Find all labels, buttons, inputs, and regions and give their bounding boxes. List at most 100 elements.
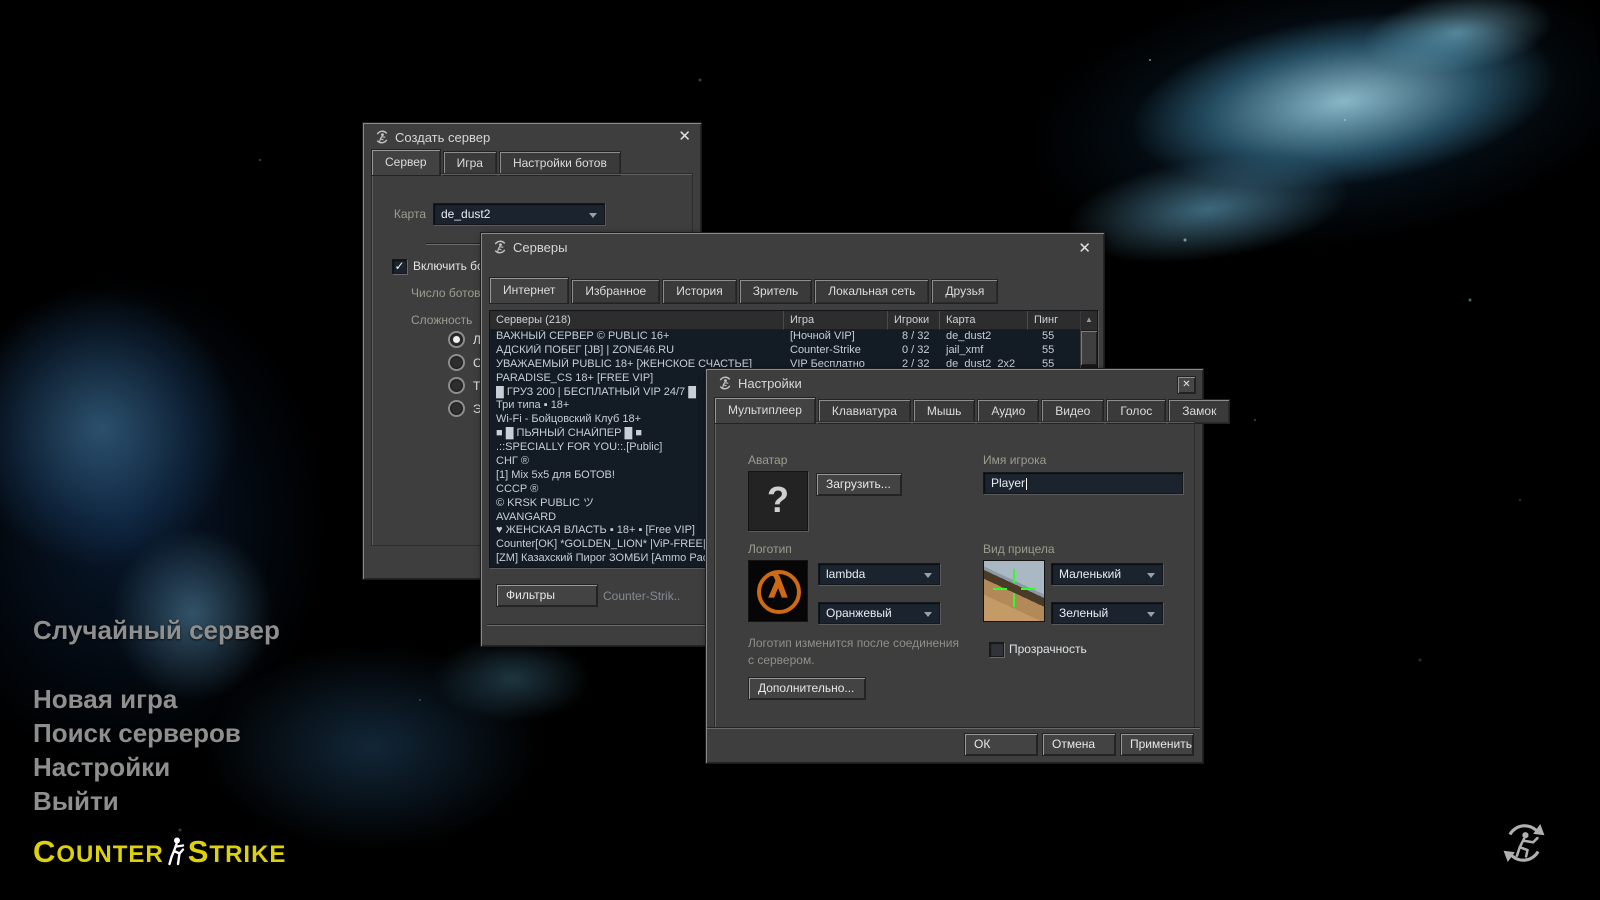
crosshair-line	[1021, 588, 1035, 590]
crosshair-size-dropdown[interactable]: Маленький	[1051, 563, 1163, 585]
server-map-cell: jail_xmf	[940, 344, 1028, 358]
menu-item-random-server[interactable]: Случайный сервер	[33, 615, 280, 646]
soldier-icon	[166, 836, 186, 866]
servers-tab-4[interactable]: Зритель	[739, 279, 813, 304]
settings-titlebar[interactable]: Настройки ✕	[706, 369, 1203, 397]
menu-item-new-game[interactable]: Новая игра	[33, 684, 177, 715]
cs-circle-icon	[1500, 818, 1548, 868]
column-header-game[interactable]: Игра	[784, 311, 888, 330]
menu-item-quit[interactable]: Выйти	[33, 786, 119, 817]
filters-button[interactable]: Фильтры	[496, 584, 598, 607]
servers-tab-3[interactable]: История	[662, 279, 737, 304]
map-label: Карта	[371, 207, 426, 221]
difficulty-radio-icon[interactable]	[448, 377, 465, 394]
transparency-checkbox[interactable]	[989, 642, 1004, 657]
server-row[interactable]: ВАЖНЫЙ СЕРВЕР © PUBLIC 16+[Ночной VIP]8 …	[490, 330, 1097, 344]
column-header-players[interactable]: Игроки	[888, 311, 940, 330]
server-ping-cell: 55	[1028, 344, 1081, 358]
window-title: Настройки	[738, 376, 802, 391]
difficulty-radio-icon[interactable]	[448, 354, 465, 371]
server-map-cell: de_dust2	[940, 330, 1028, 344]
scrollbar-thumb[interactable]	[1081, 331, 1097, 365]
server-game-cell: [Ночной VIP]	[784, 330, 888, 344]
chevron-down-icon	[924, 573, 932, 578]
logo-label: Логотип	[748, 542, 792, 556]
server-row[interactable]: АДСКИЙ ПОБЕГ [JB] | ZONE46.RUCounter-Str…	[490, 344, 1097, 358]
logo-note-line1: Логотип изменится после соединения	[748, 636, 959, 650]
cs-window-icon	[492, 239, 508, 255]
crosshair-size-value: Маленький	[1059, 567, 1121, 581]
counter-strike-logo: Counter Strike	[33, 836, 286, 866]
server-ping-cell: 55	[1028, 330, 1081, 344]
server-list-header: Серверы (218) Игра Игроки Карта Пинг	[490, 311, 1097, 330]
menu-item-settings[interactable]: Настройки	[33, 752, 170, 783]
chevron-down-icon	[924, 612, 932, 617]
player-name-label: Имя игрока	[983, 453, 1046, 467]
transparency-label: Прозрачность	[1009, 642, 1087, 656]
chevron-down-icon	[589, 213, 597, 218]
close-icon[interactable]: ✕	[678, 128, 691, 146]
spray-logo-preview: λ	[748, 560, 808, 622]
menu-item-find-servers[interactable]: Поиск серверов	[33, 718, 241, 749]
logo-color-dropdown[interactable]: Оранжевый	[818, 602, 940, 624]
servers-titlebar[interactable]: Серверы ✕	[481, 233, 1104, 261]
apply-button[interactable]: Применить	[1120, 733, 1194, 756]
logo-text-counter: Counter	[33, 841, 164, 866]
servers-tab-1[interactable]: Интернет	[489, 277, 569, 304]
crosshair-line	[1013, 569, 1015, 583]
crosshair-color-value: Зеленый	[1059, 606, 1108, 620]
server-game-cell: Counter-Strike	[784, 344, 888, 358]
create-server-tab-1[interactable]: Сервер	[371, 149, 441, 176]
server-players-cell: 8 / 32	[888, 330, 940, 344]
divider	[707, 727, 1200, 729]
server-name-cell: АДСКИЙ ПОБЕГ [JB] | ZONE46.RU	[490, 344, 784, 358]
cs-window-icon	[717, 375, 733, 391]
game-filter-value: Counter-Strik..	[603, 589, 680, 603]
crosshair-line	[993, 588, 1007, 590]
crosshair-color-dropdown[interactable]: Зеленый	[1051, 602, 1163, 624]
ok-button[interactable]: ОК	[964, 733, 1038, 756]
servers-tab-5[interactable]: Локальная сеть	[814, 279, 929, 304]
avatar-label: Аватар	[748, 453, 787, 467]
logo-dropdown-value: lambda	[826, 567, 865, 581]
server-name-cell: ВАЖНЫЙ СЕРВЕР © PUBLIC 16+	[490, 330, 784, 344]
upload-avatar-button[interactable]: Загрузить...	[816, 473, 902, 496]
player-name-value: Player	[991, 476, 1025, 490]
cancel-button[interactable]: Отмена	[1042, 733, 1116, 756]
advanced-button[interactable]: Дополнительно...	[748, 677, 866, 700]
crosshair-preview	[983, 560, 1045, 622]
difficulty-radio-icon[interactable]	[448, 331, 465, 348]
server-players-cell: 0 / 32	[888, 344, 940, 358]
window-title: Серверы	[513, 240, 567, 255]
difficulty-label: Сложность	[411, 313, 472, 327]
map-dropdown[interactable]: de_dust2	[433, 203, 605, 225]
column-header-map[interactable]: Карта	[940, 311, 1028, 330]
chevron-down-icon	[1147, 612, 1155, 617]
sort-arrow-icon[interactable]: ▲	[1081, 311, 1097, 331]
map-dropdown-value: de_dust2	[441, 207, 490, 221]
settings-tab-1[interactable]: Мультиплеер	[714, 397, 816, 424]
logo-note-line2: с сервером.	[748, 653, 815, 667]
close-icon[interactable]: ✕	[1078, 240, 1091, 258]
column-header-servers[interactable]: Серверы (218)	[490, 311, 784, 330]
servers-tab-6[interactable]: Друзья	[931, 279, 998, 304]
logo-dropdown[interactable]: lambda	[818, 563, 940, 585]
settings-window: Настройки ✕ МультиплеерКлавиатураМышьАуд…	[705, 368, 1204, 764]
avatar[interactable]: ?	[748, 471, 808, 531]
crosshair-label: Вид прицела	[983, 542, 1055, 556]
crosshair-line	[1013, 593, 1015, 607]
enable-bots-checkbox[interactable]: ✓	[392, 259, 407, 274]
close-button[interactable]: ✕	[1177, 376, 1196, 394]
lambda-icon: λ	[749, 567, 807, 607]
player-name-input[interactable]: Player	[983, 472, 1183, 494]
column-header-ping[interactable]: Пинг	[1028, 311, 1081, 330]
logo-color-value: Оранжевый	[826, 606, 892, 620]
logo-text-strike: Strike	[188, 841, 287, 866]
chevron-down-icon	[1147, 573, 1155, 578]
difficulty-radio-icon[interactable]	[448, 400, 465, 417]
cs-window-icon	[374, 129, 390, 145]
servers-tab-2[interactable]: Избранное	[571, 279, 660, 304]
create-server-titlebar[interactable]: Создать сервер ✕	[363, 123, 701, 151]
window-title: Создать сервер	[395, 130, 490, 145]
bots-count-label: Число ботов	[411, 286, 481, 300]
